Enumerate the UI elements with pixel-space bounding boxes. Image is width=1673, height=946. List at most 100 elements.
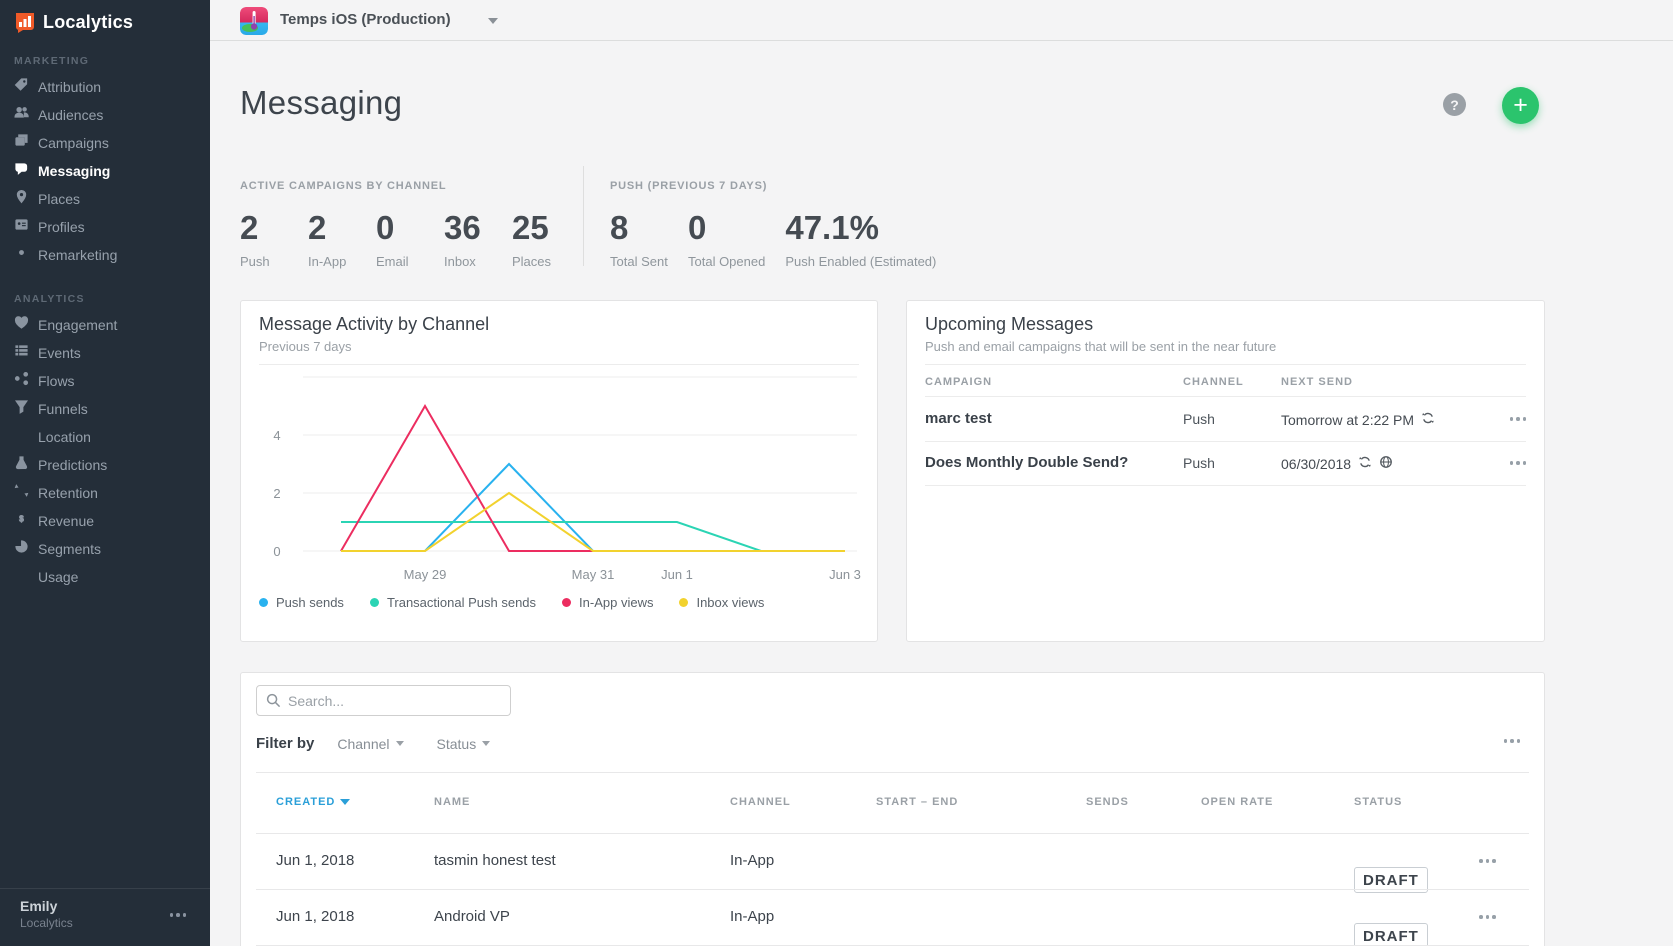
sidebar-item-label: Places [38,191,80,207]
upcoming-campaign-name[interactable]: marc test [925,410,992,427]
sidebar-item-remarketing[interactable]: Remarketing [0,241,210,269]
sidebar: Localytics MARKETING Attribution Audiences… [0,0,210,946]
user-menu-ellipsis-icon[interactable] [170,913,187,917]
sidebar-item-label: Messaging [38,163,110,179]
col-header-sends[interactable]: SENDS [1086,796,1129,808]
app-icon[interactable] [240,7,268,35]
filter-by-label: Filter by [256,735,314,752]
app-window: Localytics MARKETING Attribution Audiences… [0,0,1673,946]
profile-card-icon [14,217,29,237]
repeat-icon [1358,455,1372,472]
legend-label: Transactional Push sends [387,595,536,610]
sidebar-item-engagement[interactable]: Engagement [0,311,210,339]
filter-status-dropdown[interactable]: Status [437,736,491,752]
chevron-down-icon [482,741,490,746]
upcoming-campaign-name[interactable]: Does Monthly Double Send? [925,454,1128,471]
sidebar-item-funnels[interactable]: Funnels [0,395,210,423]
sidebar-item-events[interactable]: Events [0,339,210,367]
col-header-created[interactable]: CREATED [276,796,350,808]
sidebar-item-usage[interactable]: Usage [0,563,210,591]
cell-name[interactable]: tasmin honest test [434,852,556,869]
app-switcher[interactable]: Temps iOS (Production) [280,11,451,28]
chevron-down-icon[interactable] [488,18,498,24]
col-header-name[interactable]: NAME [434,796,470,808]
stat-label: Total Opened [688,254,765,269]
search-input[interactable] [288,693,488,709]
svg-text:Jun 3: Jun 3 [829,567,861,582]
sidebar-item-audiences[interactable]: Audiences [0,101,210,129]
add-campaign-button[interactable]: + [1502,87,1539,124]
filter-channel-dropdown[interactable]: Channel [337,736,403,752]
stat-label: Push [240,254,288,269]
stat-value: 0 [688,209,765,247]
sidebar-item-messaging[interactable]: Messaging [0,157,210,185]
sidebar-item-segments[interactable]: Segments [0,535,210,563]
chat-icon [14,161,29,181]
col-header-start-end[interactable]: START – END [876,796,958,808]
sidebar-item-label: Usage [38,569,78,585]
sidebar-item-label: Retention [38,485,98,501]
row-options-ellipsis-icon[interactable] [1510,417,1527,421]
table-row-tasmin-honest-test[interactable]: Jun 1, 2018tasmin honest testIn-AppDRAFT [241,833,1544,889]
row-options-ellipsis-icon[interactable] [1479,915,1496,919]
svg-text:$: $ [19,515,24,524]
sidebar-item-label: Predictions [38,457,107,473]
sidebar-user[interactable]: Emily Localytics [0,888,210,946]
globe-icon [14,427,29,447]
col-header-open-rate[interactable]: OPEN RATE [1201,796,1273,808]
campaign-table-card: Filter by Channel Status CREATED NAME CH… [240,672,1545,946]
logo-wordmark: Localytics [43,12,133,33]
sync-icon [14,483,29,503]
search-box[interactable] [256,685,511,716]
legend-transactional-push-sends: Transactional Push sends [370,595,536,610]
row-options-ellipsis-icon[interactable] [1479,859,1496,863]
sidebar-item-profiles[interactable]: Profiles [0,213,210,241]
sidebar-item-label: Flows [38,373,75,389]
upcoming-next-send: 06/30/2018 [1281,455,1393,472]
table-options-ellipsis-icon[interactable] [1504,739,1521,743]
sidebar-item-campaigns[interactable]: Campaigns [0,129,210,157]
stat-value: 25 [512,209,560,247]
sidebar-item-retention[interactable]: Retention [0,479,210,507]
upcoming-next-send: Tomorrow at 2:22 PM [1281,411,1435,428]
sidebar-item-attribution[interactable]: Attribution [0,73,210,101]
sidebar-item-label: Engagement [38,317,117,333]
nav-section-label: MARKETING [14,55,210,67]
legend-dot [679,598,688,607]
sidebar-item-predictions[interactable]: Predictions [0,451,210,479]
stat-email: 0Email [376,209,424,269]
col-header-status[interactable]: STATUS [1354,796,1402,808]
target-icon [14,245,29,265]
stat-push: 2Push [240,209,288,269]
sidebar-item-label: Revenue [38,513,94,529]
cell-name[interactable]: Android VP [434,908,510,925]
help-icon[interactable]: ? [1443,93,1466,116]
svg-text:Jun 1: Jun 1 [661,567,693,582]
sidebar-item-revenue[interactable]: $ Revenue [0,507,210,535]
sidebar-item-label: Attribution [38,79,101,95]
tag-icon [14,77,29,97]
stat-value: 47.1% [785,209,936,247]
sidebar-item-places[interactable]: Places [0,185,210,213]
row-options-ellipsis-icon[interactable] [1510,461,1527,465]
upcoming-row-does-monthly-double-send-[interactable]: Does Monthly Double Send?Push06/30/2018 [907,441,1544,485]
localytics-logo[interactable]: Localytics [0,0,210,33]
sidebar-item-label: Audiences [38,107,103,123]
sidebar-item-flows[interactable]: Flows [0,367,210,395]
stat-label: Places [512,254,560,269]
stat-push-enabled-estimated-: 47.1%Push Enabled (Estimated) [785,209,936,269]
col-header-channel[interactable]: CHANNEL [730,796,791,808]
upcoming-col-campaign: CAMPAIGN [925,376,992,388]
stat-label: Email [376,254,424,269]
table-row-android-vp[interactable]: Jun 1, 2018Android VPIn-AppDRAFT [241,889,1544,945]
stat-in-app: 2In-App [308,209,356,269]
sidebar-item-location[interactable]: Location [0,423,210,451]
chart-legend: Push sendsTransactional Push sendsIn-App… [259,595,764,610]
upcoming-row-marc-test[interactable]: marc testPushTomorrow at 2:22 PM [907,397,1544,441]
legend-push-sends: Push sends [259,595,344,610]
flask-icon [14,455,29,475]
sidebar-item-label: Segments [38,541,101,557]
chart-subtitle: Previous 7 days [259,339,859,354]
stat-inbox: 36Inbox [444,209,492,269]
page-title: Messaging [240,84,402,122]
